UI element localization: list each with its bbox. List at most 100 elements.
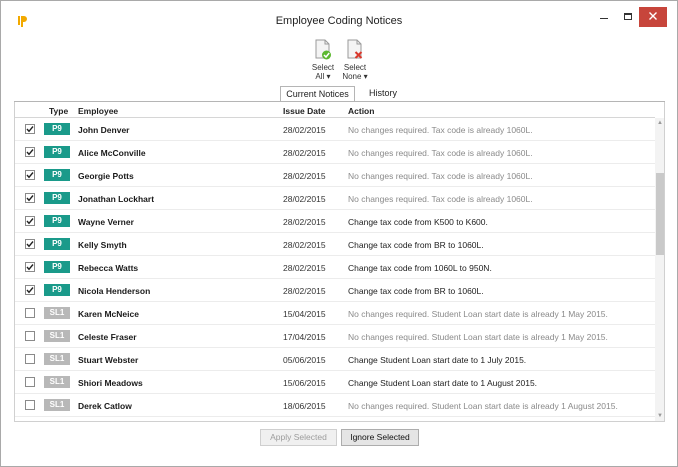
header-type[interactable]: Type	[49, 106, 68, 116]
notice-action: No changes required. Student Loan start …	[348, 309, 608, 319]
checkmark-icon	[26, 172, 34, 179]
issue-date: 28/02/2015	[283, 240, 326, 250]
select-none-label-1: Select	[343, 63, 367, 72]
checkmark-icon	[26, 218, 34, 225]
minimize-button[interactable]	[591, 7, 617, 27]
issue-date: 15/06/2015	[283, 378, 326, 388]
window-title: Employee Coding Notices	[275, 15, 403, 27]
close-icon	[649, 12, 657, 20]
minimize-icon	[600, 18, 608, 19]
notice-action: Change tax code from BR to 1060L.	[348, 240, 484, 250]
employee-name: Shiori Meadows	[78, 378, 143, 388]
checkmark-icon	[26, 287, 34, 294]
select-none-button[interactable]: Select None ▾	[340, 39, 370, 81]
row-checkbox[interactable]	[25, 285, 35, 295]
issue-date: 28/02/2015	[283, 148, 326, 158]
notice-type-badge: P9	[44, 123, 70, 135]
notice-action: Change tax code from K500 to K600.	[348, 217, 488, 227]
employee-name: Georgie Potts	[78, 171, 134, 181]
issue-date: 28/02/2015	[283, 194, 326, 204]
notice-action: No changes required. Tax code is already…	[348, 125, 533, 135]
employee-name: John Denver	[78, 125, 130, 135]
checkmark-icon	[26, 149, 34, 156]
checkmark-icon	[26, 241, 34, 248]
checkmark-icon	[26, 264, 34, 271]
table-row[interactable]: P9 Kelly Smyth 28/02/2015 Change tax code f…	[15, 233, 655, 256]
notice-action: No changes required. Tax code is already…	[348, 194, 533, 204]
grid-scrollbar[interactable]: ▲ ▼	[655, 118, 664, 421]
notice-type-badge: SL1	[44, 330, 70, 342]
close-button[interactable]	[639, 7, 667, 27]
notice-type-badge: P9	[44, 169, 70, 181]
table-row[interactable]: P9 Georgie Potts 28/02/2015 No changes requ…	[15, 164, 655, 187]
row-checkbox[interactable]	[25, 170, 35, 180]
header-issue-date[interactable]: Issue Date	[283, 106, 326, 116]
notices-grid: Type Employee Issue Date Action P9 John D…	[14, 102, 665, 422]
maximize-button[interactable]	[615, 7, 641, 27]
notice-action: Change tax code from 1060L to 950N.	[348, 263, 492, 273]
row-checkbox[interactable]	[25, 400, 35, 410]
notice-type-badge: SL1	[44, 307, 70, 319]
notice-action: No changes required. Tax code is already…	[348, 171, 533, 181]
table-row[interactable]: P9 John Denver 28/02/2015 No changes requir…	[15, 118, 655, 141]
checkmark-icon	[26, 126, 34, 133]
ignore-selected-button[interactable]: Ignore Selected	[341, 429, 419, 446]
row-checkbox[interactable]	[25, 193, 35, 203]
table-row[interactable]: SL1 Stuart Webster 05/06/2015 Change Studen…	[15, 348, 655, 371]
notice-action: No changes required. Student Loan start …	[348, 401, 618, 411]
issue-date: 28/02/2015	[283, 171, 326, 181]
notice-type-badge: P9	[44, 284, 70, 296]
employee-name: Karen McNeice	[78, 309, 139, 319]
maximize-icon	[624, 13, 632, 20]
tab-current-notices[interactable]: Current Notices	[280, 86, 355, 102]
notice-type-badge: P9	[44, 146, 70, 158]
employee-name: Alice McConville	[78, 148, 146, 158]
row-checkbox[interactable]	[25, 331, 35, 341]
header-action[interactable]: Action	[348, 106, 374, 116]
row-checkbox[interactable]	[25, 354, 35, 364]
select-all-label-1: Select	[311, 63, 335, 72]
table-row[interactable]: SL1 Celeste Fraser 17/04/2015 No changes re…	[15, 325, 655, 348]
row-checkbox[interactable]	[25, 124, 35, 134]
notice-type-badge: SL1	[44, 376, 70, 388]
issue-date: 17/04/2015	[283, 332, 326, 342]
table-row[interactable]: SL1 Karen McNeice 15/04/2015 No changes req…	[15, 302, 655, 325]
employee-name: Celeste Fraser	[78, 332, 137, 342]
tab-history[interactable]: History	[358, 86, 408, 102]
scroll-up-icon[interactable]: ▲	[655, 118, 664, 128]
select-all-button[interactable]: Select All ▾	[308, 39, 338, 81]
table-row[interactable]: P9 Alice McConville 28/02/2015 No changes r…	[15, 141, 655, 164]
header-employee[interactable]: Employee	[78, 106, 118, 116]
row-checkbox[interactable]	[25, 377, 35, 387]
notice-action: Change Student Loan start date to 1 July…	[348, 355, 527, 365]
employee-name: Jonathan Lockhart	[78, 194, 155, 204]
row-checkbox[interactable]	[25, 147, 35, 157]
table-row[interactable]: SL1 Derek Catlow 18/06/2015 No changes requ…	[15, 394, 655, 417]
row-checkbox[interactable]	[25, 216, 35, 226]
apply-selected-button[interactable]: Apply Selected	[260, 429, 337, 446]
table-row[interactable]: P9 Nicola Henderson 28/02/2015 Change tax c…	[15, 279, 655, 302]
notice-action: Change Student Loan start date to 1 Augu…	[348, 378, 538, 388]
scroll-down-icon[interactable]: ▼	[655, 411, 664, 421]
table-row[interactable]: P9 Wayne Verner 28/02/2015 Change tax code …	[15, 210, 655, 233]
notice-type-badge: SL1	[44, 399, 70, 411]
issue-date: 28/02/2015	[283, 217, 326, 227]
row-checkbox[interactable]	[25, 239, 35, 249]
employee-name: Kelly Smyth	[78, 240, 127, 250]
issue-date: 28/02/2015	[283, 263, 326, 273]
row-checkbox[interactable]	[25, 308, 35, 318]
row-checkbox[interactable]	[25, 262, 35, 272]
scroll-thumb[interactable]	[656, 173, 664, 255]
notice-type-badge: P9	[44, 238, 70, 250]
issue-date: 18/06/2015	[283, 401, 326, 411]
coding-notices-window: Employee Coding Notices Select All ▾ Sel…	[0, 0, 678, 467]
issue-date: 28/02/2015	[283, 286, 326, 296]
employee-name: Derek Catlow	[78, 401, 132, 411]
employee-name: Wayne Verner	[78, 217, 134, 227]
table-row[interactable]: SL1 Shiori Meadows 15/06/2015 Change Studen…	[15, 371, 655, 394]
notice-type-badge: P9	[44, 261, 70, 273]
employee-name: Rebecca Watts	[78, 263, 139, 273]
document-cross-icon	[347, 39, 363, 59]
table-row[interactable]: P9 Jonathan Lockhart 28/02/2015 No changes …	[15, 187, 655, 210]
table-row[interactable]: P9 Rebecca Watts 28/02/2015 Change tax code…	[15, 256, 655, 279]
